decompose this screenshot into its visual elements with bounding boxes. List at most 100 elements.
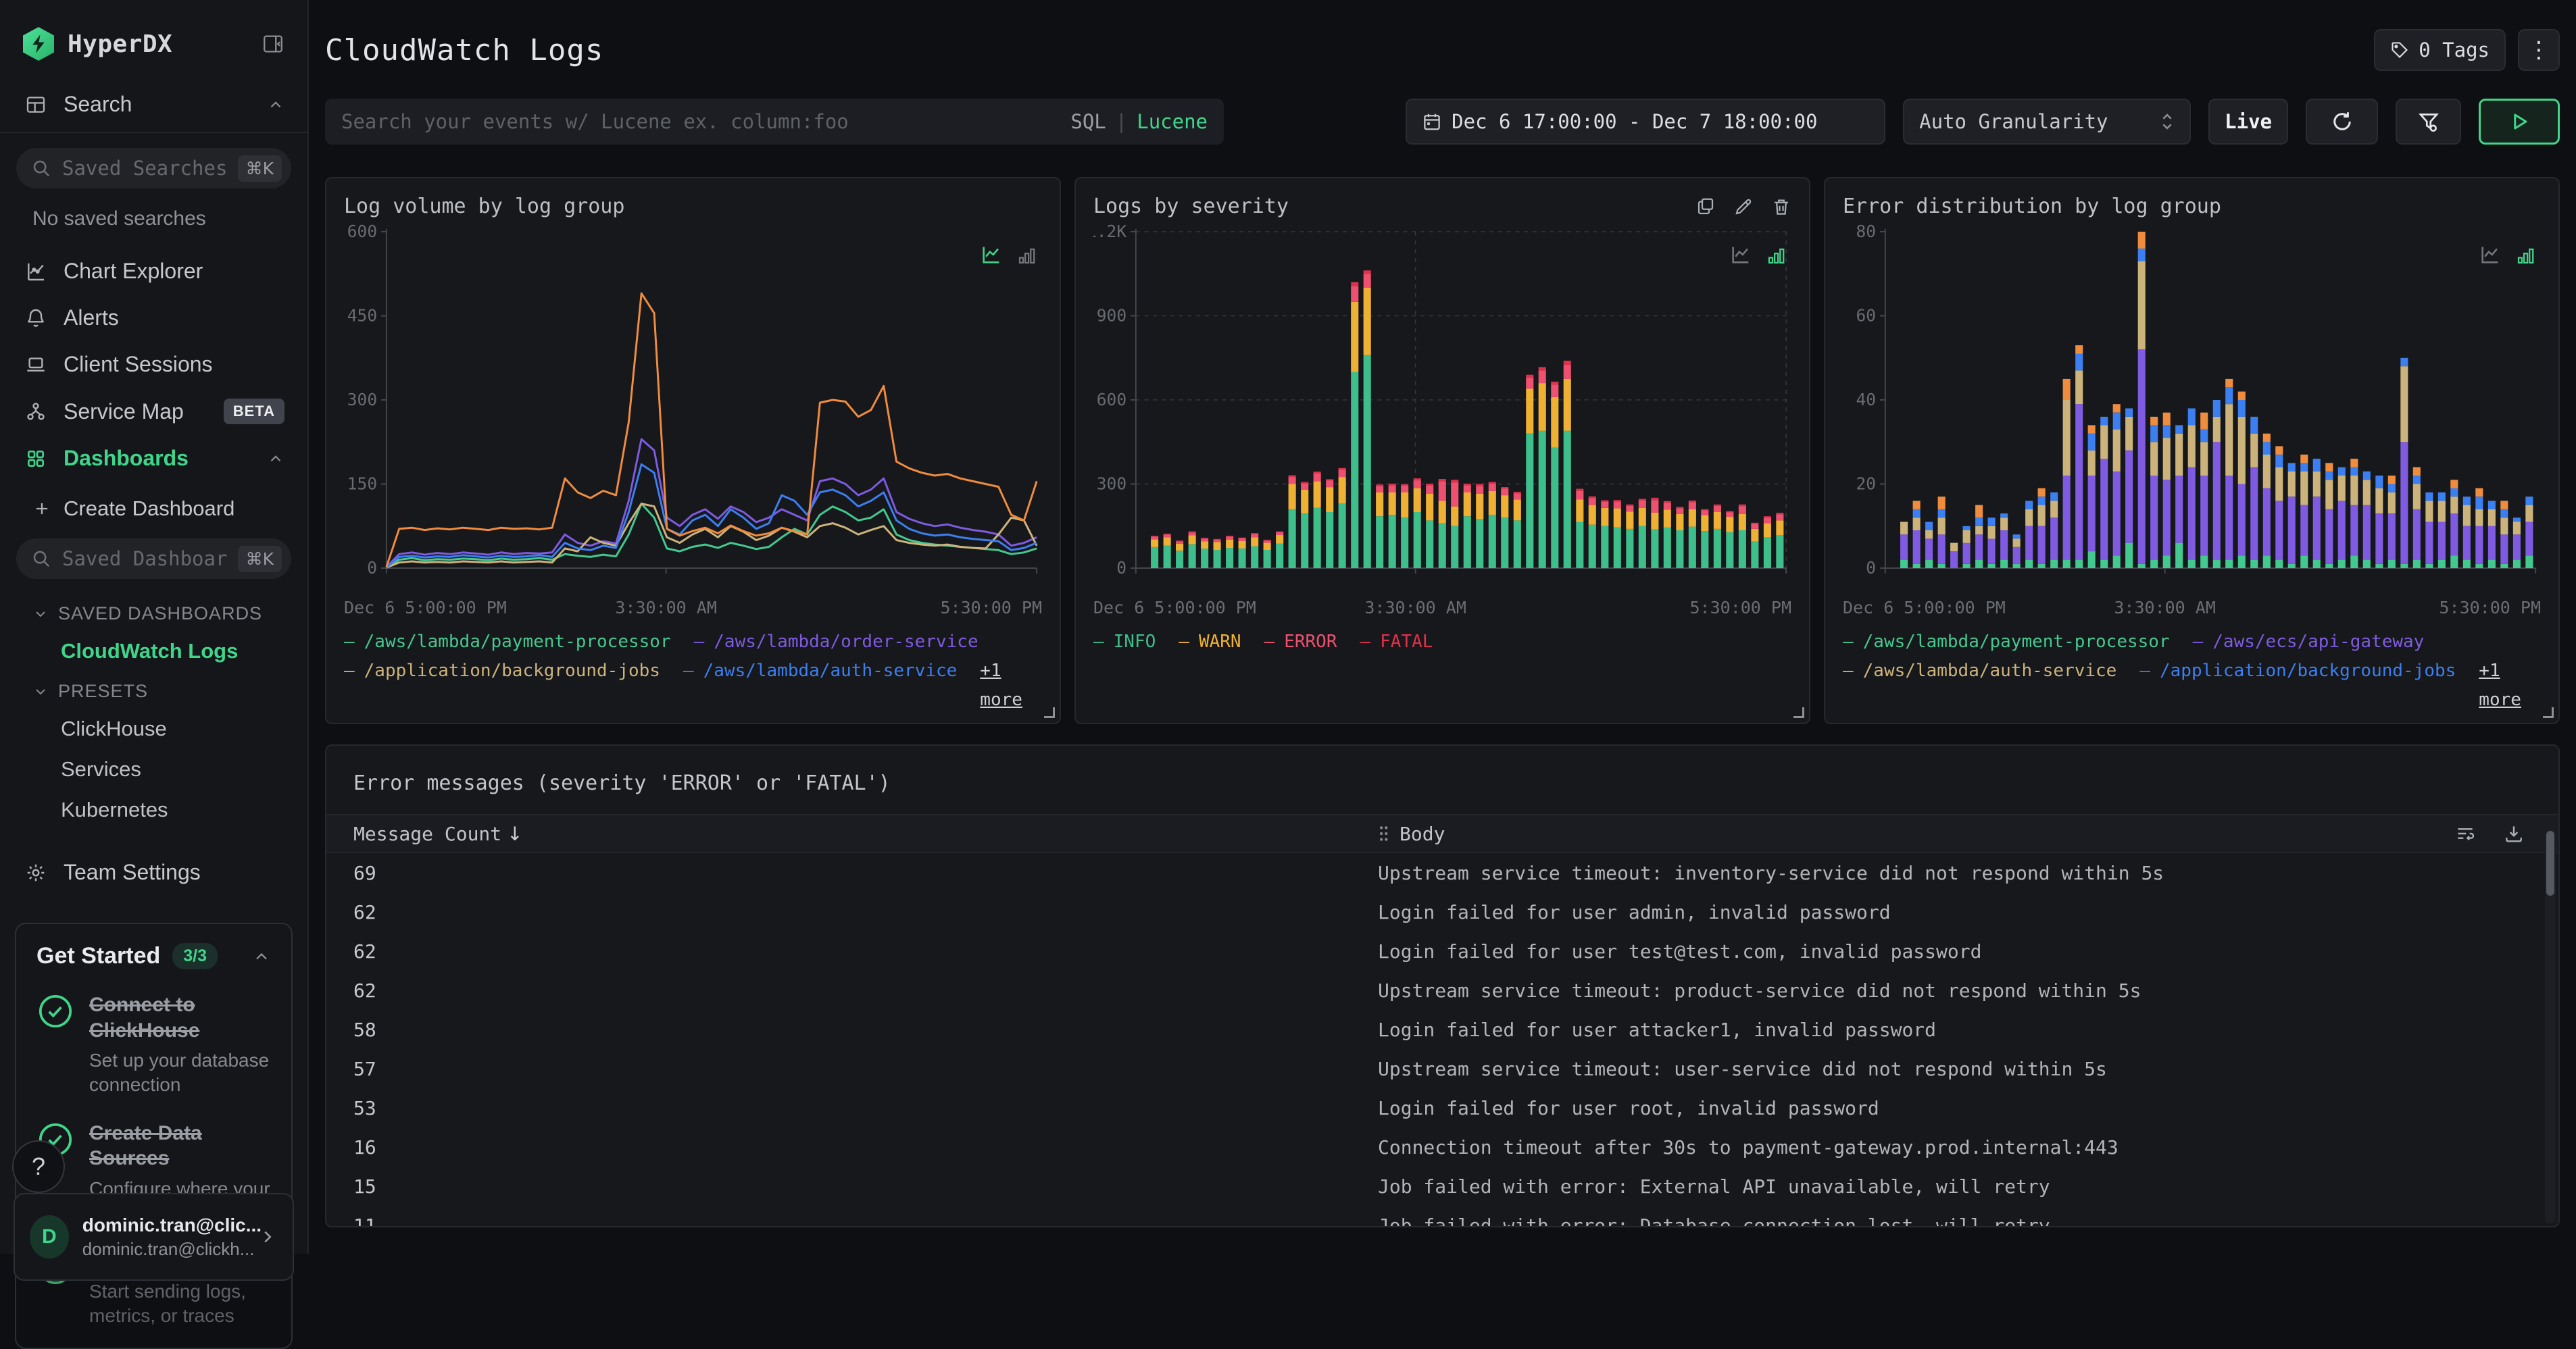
line-chart-toggle[interactable] — [1729, 243, 1752, 266]
table-row[interactable]: 15Job failed with error: External API un… — [326, 1167, 2558, 1206]
drag-handle-icon[interactable] — [1378, 825, 1389, 842]
wrap-text-icon[interactable] — [2454, 823, 2476, 844]
chevron-up-icon[interactable] — [267, 96, 284, 113]
saved-searches-input[interactable] — [62, 157, 227, 180]
saved-dashboards-input[interactable] — [62, 547, 227, 570]
legend-item[interactable]: —/aws/lambda/payment-processor — [1843, 628, 2170, 657]
legend-item[interactable]: —/aws/lambda/auth-service — [683, 657, 957, 715]
cell-body: Login failed for user attacker1, invalid… — [1378, 1019, 2558, 1041]
x-axis-labels: Dec 6 5:00:00 PM3:30:00 AM5:30:00 PM — [1093, 592, 1791, 621]
section-saved-dashboards[interactable]: SAVED DASHBOARDS — [0, 594, 307, 631]
cell-count: 16 — [326, 1136, 1378, 1159]
sidebar-item-team-settings[interactable]: Team Settings — [0, 849, 307, 896]
beta-badge: BETA — [224, 399, 284, 424]
table-row[interactable]: 62Login failed for user test@test.com, i… — [326, 932, 2558, 971]
more-options-button[interactable]: ⋮ — [2518, 29, 2560, 71]
column-message-count[interactable]: Message Count ↓ — [326, 823, 1378, 845]
table-scrollbar[interactable] — [2545, 830, 2556, 1223]
event-search-input[interactable] — [341, 110, 1070, 133]
column-body[interactable]: Body — [1378, 823, 2477, 845]
hyperdx-logo-icon — [23, 27, 54, 61]
legend-item[interactable]: —/aws/lambda/auth-service — [1843, 657, 2116, 715]
bar-chart-toggle[interactable] — [2515, 246, 2535, 266]
legend-item[interactable]: —ERROR — [1264, 628, 1337, 657]
legend-more-link[interactable]: +1 more — [980, 657, 1042, 715]
saved-dashboards-box[interactable]: ⌘K — [16, 538, 291, 579]
table-row[interactable]: 53Login failed for user root, invalid pa… — [326, 1088, 2558, 1127]
run-query-button[interactable] — [2479, 99, 2560, 145]
sidebar-item-clickhouse[interactable]: ClickHouse — [0, 709, 307, 749]
duplicate-icon[interactable] — [1695, 197, 1716, 217]
legend-more-link[interactable]: +1 more — [2479, 657, 2541, 715]
sidebar-item-cloudwatch-logs[interactable]: CloudWatch Logs — [0, 631, 307, 671]
table-row[interactable]: 69Upstream service timeout: inventory-se… — [326, 853, 2558, 892]
chevron-down-icon — [32, 684, 49, 700]
chevron-up-icon[interactable] — [252, 947, 271, 966]
select-chevrons-icon — [2160, 110, 2175, 133]
legend-item[interactable]: —WARN — [1179, 628, 1241, 657]
get-started-progress-badge: 3/3 — [172, 943, 218, 969]
create-dashboard-button[interactable]: Create Dashboard — [0, 482, 307, 538]
section-label: SAVED DASHBOARDS — [58, 603, 262, 624]
refresh-button[interactable] — [2306, 99, 2378, 145]
chart-legend: —/aws/lambda/payment-processor —/aws/lamb… — [344, 628, 1042, 715]
sidebar-item-chart-explorer[interactable]: Chart Explorer — [0, 248, 307, 295]
lucene-toggle[interactable]: Lucene — [1137, 110, 1208, 133]
edit-icon[interactable] — [1733, 197, 1754, 217]
section-presets[interactable]: PRESETS — [0, 671, 307, 709]
sidebar-item-service-map[interactable]: Service Map BETA — [0, 388, 307, 435]
delete-icon[interactable] — [1771, 197, 1791, 217]
legend-item[interactable]: —/aws/lambda/payment-processor — [344, 628, 671, 657]
sidebar-item-kubernetes[interactable]: Kubernetes — [0, 790, 307, 830]
legend-item[interactable]: —/application/background-jobs — [2139, 657, 2456, 715]
download-icon[interactable] — [2503, 823, 2525, 844]
cell-body: Upstream service timeout: product-servic… — [1378, 979, 2558, 1002]
live-button[interactable]: Live — [2208, 99, 2288, 145]
date-range-button[interactable]: Dec 6 17:00:00 - Dec 7 18:00:00 — [1406, 99, 1885, 145]
tags-button[interactable]: 0 Tags — [2374, 29, 2506, 71]
sidebar-item-services[interactable]: Services — [0, 749, 307, 790]
user-card[interactable]: D dominic.tran@clic... dominic.tran@clic… — [14, 1193, 294, 1281]
table-row[interactable]: 58Login failed for user attacker1, inval… — [326, 1010, 2558, 1049]
chart-explorer-icon — [23, 261, 49, 282]
collapse-sidebar-icon[interactable] — [262, 32, 284, 55]
sql-toggle[interactable]: SQL — [1070, 110, 1106, 133]
cell-body: Connection timeout after 30s to payment-… — [1378, 1136, 2558, 1159]
legend-item[interactable]: —/aws/lambda/order-service — [694, 628, 979, 657]
sidebar-item-dashboards[interactable]: Dashboards — [0, 435, 307, 482]
bar-chart-toggle[interactable] — [1016, 246, 1037, 266]
legend-item[interactable]: —INFO — [1093, 628, 1156, 657]
sidebar-item-alerts[interactable]: Alerts — [0, 295, 307, 341]
search-section-icon — [23, 94, 49, 116]
sidebar-item-search[interactable]: Search — [0, 81, 307, 128]
help-button[interactable]: ? — [12, 1140, 65, 1193]
saved-searches-box[interactable]: ⌘K — [16, 148, 291, 188]
legend-item[interactable]: —/aws/ecs/api-gateway — [2193, 628, 2425, 657]
event-search-box[interactable]: SQL | Lucene — [325, 99, 1224, 145]
x-tick-label: Dec 6 5:00:00 PM — [1843, 598, 2006, 617]
granularity-select[interactable]: Auto Granularity — [1903, 99, 2191, 145]
line-chart-toggle[interactable] — [2479, 243, 2502, 266]
step-connect-clickhouse[interactable]: Connect to ClickHouse Set up your databa… — [36, 992, 271, 1098]
legend-item[interactable]: —FATAL — [1360, 628, 1433, 657]
sidebar-item-client-sessions[interactable]: Client Sessions — [0, 341, 307, 388]
svg-text:60: 60 — [1856, 305, 1877, 325]
service-map-icon — [23, 401, 49, 422]
x-axis-labels: Dec 6 5:00:00 PM3:30:00 AM5:30:00 PM — [344, 592, 1042, 621]
chevron-up-icon[interactable] — [267, 450, 284, 467]
x-axis-labels: Dec 6 5:00:00 PM3:30:00 AM5:30:00 PM — [1843, 592, 2541, 621]
cell-count: 15 — [326, 1175, 1378, 1198]
legend-item[interactable]: —/application/background-jobs — [344, 657, 660, 715]
cell-count: 58 — [326, 1019, 1378, 1041]
table-row[interactable]: 62Login failed for user admin, invalid p… — [326, 892, 2558, 932]
scrollbar-thumb[interactable] — [2546, 831, 2554, 896]
table-row[interactable]: 16Connection timeout after 30s to paymen… — [326, 1127, 2558, 1167]
line-chart-toggle[interactable] — [980, 243, 1003, 266]
table-row[interactable]: 57Upstream service timeout: user-service… — [326, 1049, 2558, 1088]
table-row[interactable]: 11Job failed with error: Database connec… — [326, 1206, 2558, 1227]
table-row[interactable]: 62Upstream service timeout: product-serv… — [326, 971, 2558, 1010]
filter-button[interactable] — [2396, 99, 2461, 145]
chevron-right-icon — [257, 1227, 278, 1247]
bar-chart-toggle[interactable] — [1766, 246, 1786, 266]
chevron-down-icon — [32, 606, 49, 622]
